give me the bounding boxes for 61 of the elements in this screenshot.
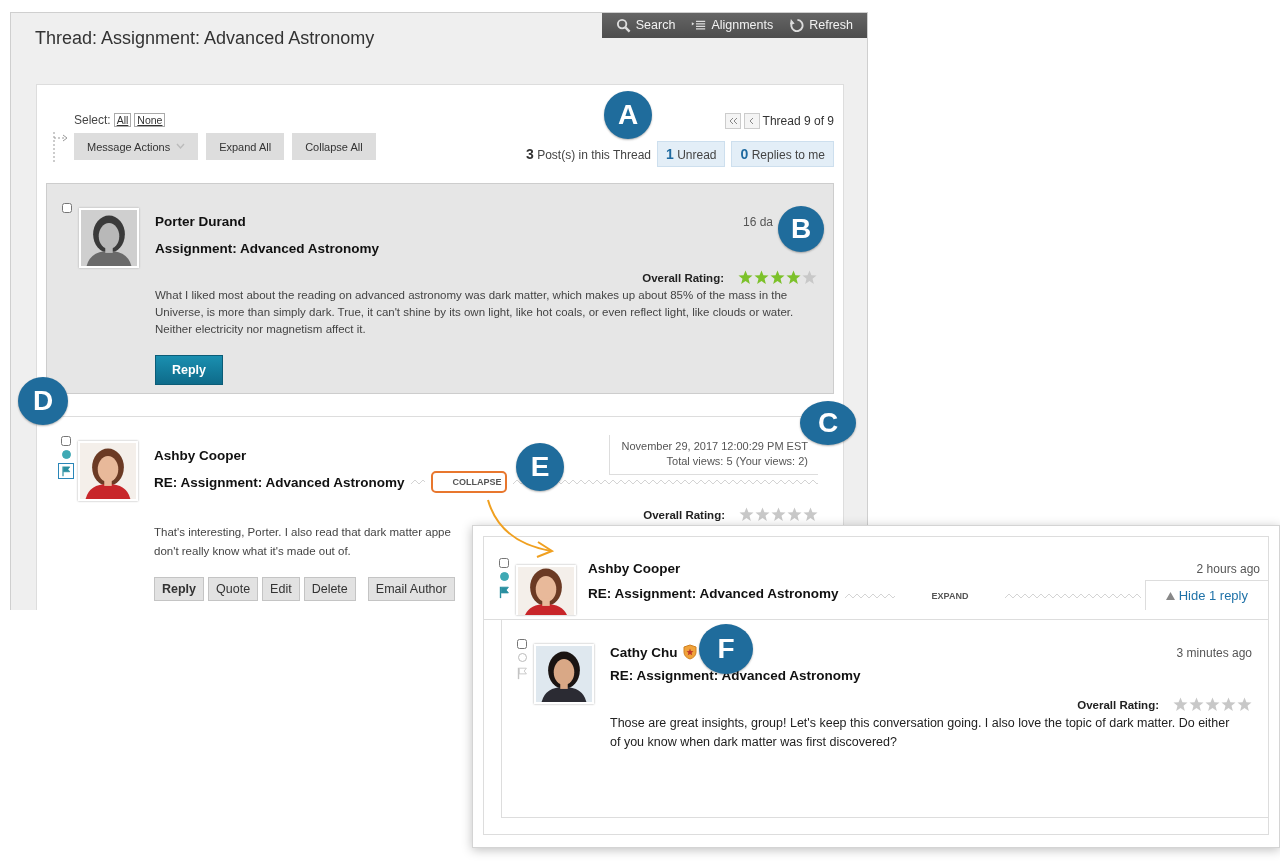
author-name: Cathy Chu: [610, 644, 698, 660]
select-link[interactable]: None: [134, 113, 166, 127]
post-button[interactable]: Edit: [262, 577, 300, 601]
replies-filter[interactable]: 0 Replies to me: [731, 141, 834, 167]
post-title: Assignment: Advanced Astronomy: [155, 241, 380, 256]
flag-icon[interactable]: [515, 666, 529, 680]
toggle-link[interactable]: EXPAND: [900, 587, 1000, 605]
action-button[interactable]: Collapse All: [292, 133, 376, 160]
post-body: That's interesting, Porter. I also read that dark matter appe: [154, 525, 452, 540]
star-rating[interactable]: [739, 507, 818, 522]
hide-replies-button[interactable]: Hide 1 reply: [1144, 580, 1268, 610]
post-date: 16 da: [742, 215, 773, 229]
post-body: Those are great insights, group! Let's keep this conversation going. I also love the topic of dark matter. Do either of you know when dark matter was first discovered?: [610, 715, 1231, 751]
action-button[interactable]: Expand All: [206, 133, 285, 160]
previous-page-button[interactable]: [743, 113, 760, 129]
post-body: don't really know what it's made out of.: [154, 544, 352, 559]
toolbar-button[interactable]: Alignments: [691, 17, 774, 33]
toggle-link[interactable]: COLLAPSE: [430, 471, 507, 493]
post-checkbox[interactable]: [499, 558, 509, 568]
post-button[interactable]: Reply: [155, 355, 224, 385]
triangle-icon: [1165, 591, 1175, 600]
author-name: Porter Durand: [155, 214, 246, 229]
status-dot[interactable]: [517, 653, 527, 662]
select-label: Select:: [74, 113, 111, 127]
thread-position: Thread 9 of 9: [762, 114, 834, 128]
action-button[interactable]: Message Actions: [74, 133, 199, 160]
post-button[interactable]: Quote: [208, 577, 259, 601]
post-body: What I liked most about the reading on advanced astronomy was dark matter, which makes up about 85% of the mass in the Universe, is more than simply dark. True, it can't shine by its own light, like hot coals, or even reflect light, like clouds or water. Neither electricity nor magnetism affect it.: [155, 288, 795, 337]
status-dot[interactable]: [61, 450, 71, 459]
select-link[interactable]: All: [113, 113, 132, 127]
post-button[interactable]: Delete: [303, 577, 356, 601]
refresh-icon: [789, 17, 805, 33]
flag-icon[interactable]: [58, 463, 74, 479]
rating-label: Overall Rating:: [642, 271, 724, 284]
post-title: RE: Assignment: Advanced Astronomy: [154, 474, 405, 490]
post-button[interactable]: Reply: [154, 577, 205, 601]
star-rating[interactable]: [738, 270, 817, 285]
thread-title: Thread: Assignment: Advanced Astronomy: [35, 28, 375, 49]
post-checkbox[interactable]: [61, 436, 71, 446]
author-name: Ashby Cooper: [154, 447, 247, 463]
bracket-arrow-icon: [52, 130, 70, 164]
toolbar-button[interactable]: Search: [615, 17, 676, 33]
toolbar-button[interactable]: Refresh: [789, 17, 853, 33]
rating-label: Overall Rating:: [643, 508, 725, 521]
post-button[interactable]: Email Author: [367, 577, 455, 601]
star-rating[interactable]: [1173, 697, 1252, 712]
double-chevron-left-icon: [727, 116, 738, 126]
post-checkbox[interactable]: [62, 203, 72, 213]
first-page-button[interactable]: [724, 113, 741, 129]
status-dot[interactable]: [499, 572, 509, 581]
post-title: RE: Assignment: Advanced Astronomy: [588, 586, 839, 601]
post-count: 3 Post(s) in this Thread: [526, 146, 651, 162]
post-date: 3 minutes ago: [1176, 646, 1252, 660]
post-checkbox[interactable]: [517, 639, 527, 649]
flag-icon[interactable]: [497, 585, 511, 599]
unread-filter[interactable]: 1 Unread: [657, 141, 726, 167]
post-date: 2 hours ago: [1196, 562, 1260, 576]
author-name: Ashby Cooper: [588, 561, 681, 576]
search-icon: [615, 17, 631, 33]
rating-label: Overall Rating:: [1077, 698, 1159, 711]
arrow: [487, 499, 555, 558]
